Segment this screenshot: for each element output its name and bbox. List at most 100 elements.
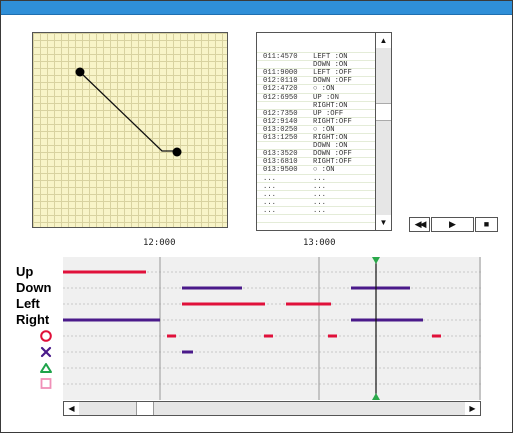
triangle-icon — [40, 363, 52, 373]
scroll-thumb[interactable] — [376, 103, 391, 121]
log-time: ... — [263, 182, 276, 191]
log-row: RIGHT:ON — [257, 101, 375, 110]
input-log-list: 011:4570 LEFT :ON DOWN :ON 011:9000 LEFT :OF… — [257, 45, 375, 230]
stop-button[interactable]: ■ — [475, 217, 498, 232]
stop-icon: ■ — [483, 219, 490, 229]
log-event: LEFT :ON — [313, 53, 348, 62]
log-time: ... — [263, 190, 276, 199]
log-time: 011:9000 — [263, 69, 298, 78]
log-row: ...... — [257, 174, 375, 183]
square-icon — [40, 378, 52, 389]
log-event: ... — [313, 206, 326, 215]
log-row: 013:3520 DOWN :OFF — [257, 150, 375, 159]
log-event: ... — [313, 174, 326, 183]
play-button[interactable]: ▶ — [431, 217, 474, 232]
timeline-scrollbar[interactable]: ◀ ▶ — [63, 401, 481, 416]
arrow-left-icon: ◀ — [68, 404, 75, 413]
log-time: 013:6810 — [263, 158, 298, 167]
log-time: 012:4720 — [263, 85, 298, 94]
scroll-left-button[interactable]: ◀ — [64, 402, 79, 415]
log-time: 013:1250 — [263, 134, 298, 143]
log-event: RIGHT:OFF — [313, 117, 352, 126]
play-icon: ▶ — [449, 219, 456, 229]
time-label-13: 13:000 — [303, 238, 336, 248]
scroll-down-button[interactable]: ▼ — [376, 215, 391, 230]
path-end-point — [172, 147, 182, 157]
playhead — [372, 257, 380, 400]
channel-label-up: Up — [16, 264, 34, 279]
log-row: 012:9140 RIGHT:OFF — [257, 117, 375, 126]
log-row: 013:6810 RIGHT:OFF — [257, 158, 375, 167]
log-row: 011:4570 LEFT :ON — [257, 53, 375, 62]
scroll-up-button[interactable]: ▲ — [376, 33, 391, 48]
log-event: DOWN :OFF — [313, 77, 352, 86]
log-row: ...... — [257, 190, 375, 199]
log-row: 013:0250 ○ :ON — [257, 125, 375, 135]
log-time: 013:0250 — [263, 125, 298, 134]
log-row: 012:7350 UP :OFF — [257, 109, 375, 118]
log-time: ... — [263, 198, 276, 207]
log-row: DOWN :ON — [257, 142, 375, 151]
playhead-top-marker — [372, 257, 380, 264]
lane-separators — [63, 271, 481, 385]
log-event: ○ :ON — [313, 166, 335, 175]
log-event: ... — [313, 198, 326, 207]
log-time: 012:7350 — [263, 109, 298, 118]
rewind-icon: ◀◀ — [414, 219, 427, 229]
log-event: ... — [313, 182, 326, 191]
log-event: RIGHT:OFF — [313, 158, 352, 167]
log-time: 012:9140 — [263, 117, 298, 126]
log-row: 012:4720 ○ :ON — [257, 85, 375, 94]
arrow-right-icon: ▶ — [469, 404, 476, 413]
arrow-up-icon: ▲ — [379, 36, 388, 45]
path-canvas[interactable] — [32, 32, 228, 228]
log-event: DOWN :ON — [313, 142, 348, 151]
channel-label-right: Right — [16, 312, 50, 327]
log-row: 013:9500 ○ :ON — [257, 166, 375, 175]
log-event: LEFT :OFF — [313, 69, 352, 78]
log-time: 012:0110 — [263, 77, 298, 86]
log-event: DOWN :OFF — [313, 150, 352, 159]
timeline-track[interactable] — [63, 257, 481, 400]
button-icons — [40, 330, 52, 389]
log-event: UP :ON — [313, 93, 339, 102]
log-time: ... — [263, 174, 276, 183]
log-row — [257, 45, 375, 54]
timeline-scroll-thumb[interactable] — [136, 402, 154, 415]
log-event: RIGHT:ON — [313, 101, 348, 110]
input-bars — [63, 270, 441, 354]
title-bar — [1, 1, 512, 15]
log-row: ...... — [257, 198, 375, 207]
log-event: ○ :ON — [313, 125, 335, 134]
log-event: ... — [313, 190, 326, 199]
timeline-graph — [63, 257, 481, 400]
log-row: 012:0110 DOWN :OFF — [257, 77, 375, 86]
log-event: UP :OFF — [313, 109, 344, 118]
log-time: ... — [263, 206, 276, 215]
log-row: 011:9000 LEFT :OFF — [257, 69, 375, 78]
log-row: ...... — [257, 182, 375, 191]
channel-label-down: Down — [16, 280, 52, 295]
log-row: DOWN :ON — [257, 61, 375, 70]
log-row: ...... — [257, 206, 375, 215]
scroll-right-button[interactable]: ▶ — [465, 402, 480, 415]
path-line — [79, 71, 177, 152]
path-start-point — [75, 67, 85, 77]
log-scrollbar[interactable]: ▲ ▼ — [376, 32, 392, 231]
cross-icon — [40, 346, 52, 358]
log-time: 011:4570 — [263, 53, 298, 62]
rewind-button[interactable]: ◀◀ — [409, 217, 430, 232]
input-log-panel: 011:4570 LEFT :ON DOWN :ON 011:9000 LEFT :OF… — [256, 32, 376, 231]
log-row — [257, 215, 375, 224]
log-event: RIGHT:ON — [313, 134, 348, 143]
circle-icon — [40, 330, 52, 342]
log-time: 012:6950 — [263, 93, 298, 102]
log-time: 013:9500 — [263, 166, 298, 175]
log-event: ○ :ON — [313, 85, 335, 94]
time-label-12: 12:000 — [143, 238, 176, 248]
log-time: 013:3520 — [263, 150, 298, 159]
log-row: 012:6950 UP :ON — [257, 93, 375, 102]
arrow-down-icon: ▼ — [379, 218, 388, 227]
playhead-bottom-marker — [372, 393, 380, 400]
log-row — [257, 223, 375, 230]
